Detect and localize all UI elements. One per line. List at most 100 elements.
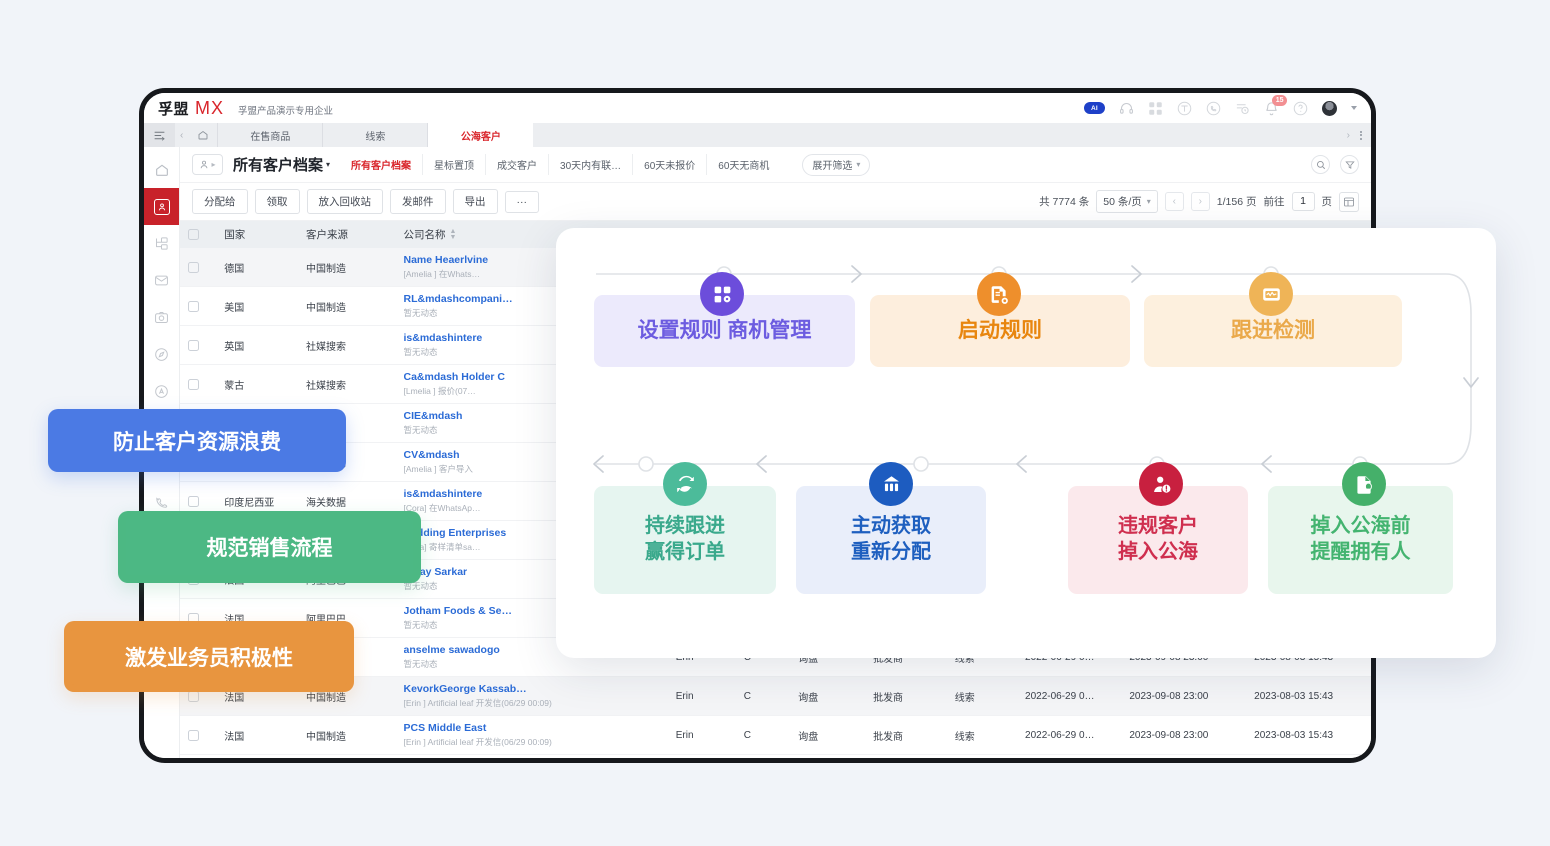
brand-subtitle: 孚盟产品演示专用企业: [238, 105, 334, 117]
rail-item-camera[interactable]: [144, 299, 179, 336]
sort-icon[interactable]: ▲ ▼: [450, 228, 457, 242]
page-title[interactable]: 所有客户档案 ▾: [233, 154, 330, 175]
rail-item-discover[interactable]: [144, 336, 179, 373]
rail-item-home[interactable]: [144, 151, 179, 188]
row-checkbox[interactable]: [188, 495, 199, 507]
cell-customer-type: 批发商: [865, 715, 947, 755]
tab-1[interactable]: 线索: [323, 123, 429, 147]
tab-forward-arrow[interactable]: ›: [1347, 130, 1350, 141]
row-checkbox[interactable]: [188, 261, 199, 273]
claim-button[interactable]: 领取: [254, 189, 300, 214]
filter-chip-5[interactable]: 60天无商机: [707, 154, 780, 175]
row-select-cell[interactable]: [180, 286, 217, 326]
cell-last-follow: 2023-08-03 15:43: [1246, 715, 1371, 755]
tab-home-icon[interactable]: [188, 123, 219, 147]
flow-card-label: 跟进检测: [1231, 318, 1315, 342]
tab-back-arrow[interactable]: ‹: [175, 123, 188, 147]
table-row[interactable]: 法国阿里巴巴No Company Name_10065283425[Erin ]…: [180, 754, 1371, 758]
brand-name-mx: MX: [195, 97, 225, 118]
apps-grid-icon[interactable]: [1148, 101, 1163, 116]
follow-detect-icon: [1249, 272, 1293, 316]
tab-strip-empty: [533, 123, 1338, 147]
company-activity-note: [Erin ] Artificial leaf 开发信(06/29 00:09): [403, 698, 552, 708]
row-select-cell[interactable]: [180, 248, 217, 287]
cell-source: 社媒搜索: [297, 364, 396, 404]
recycle-bin-button[interactable]: 放入回收站: [306, 189, 383, 214]
row-checkbox[interactable]: [188, 690, 199, 702]
activity-log-icon[interactable]: [1235, 101, 1250, 116]
cell-company[interactable]: No Company Name_10065283425[Erin ] Artif…: [395, 754, 668, 758]
cell-type: 询盘: [790, 676, 866, 716]
notifications-bell-icon[interactable]: 15: [1264, 94, 1287, 116]
tab-2[interactable]: 公海客户: [428, 123, 534, 147]
company-name-link[interactable]: KevorkGeorge Kassab…: [404, 683, 660, 695]
owner-picker-button[interactable]: ▸: [192, 154, 223, 175]
assign-to-button[interactable]: 分配给: [192, 189, 248, 214]
tab-label: 在售商品: [250, 131, 291, 143]
chevron-down-icon: ▾: [326, 160, 331, 169]
expand-filters-button[interactable]: 展开筛选 ▾: [802, 153, 871, 176]
column-settings-icon[interactable]: [1339, 191, 1359, 212]
tab-0[interactable]: 在售商品: [218, 123, 324, 147]
company-activity-note: 暂无动态: [403, 659, 438, 669]
cell-source: 中国制造: [297, 248, 396, 287]
filter-chip-3[interactable]: 30天内有联…: [549, 154, 634, 175]
filter-chip-4[interactable]: 60天未报价: [633, 154, 708, 175]
filter-bar-actions: [1311, 155, 1359, 174]
row-select-cell[interactable]: [180, 715, 217, 755]
table-row[interactable]: 法国 中国制造 PCS Middle East [Erin ] Artificial …: [180, 715, 1371, 755]
headset-icon[interactable]: [1119, 101, 1134, 116]
prev-page-button[interactable]: ‹: [1164, 192, 1184, 211]
filter-chip-0[interactable]: 所有客户档案: [340, 154, 424, 175]
rail-item-customers[interactable]: [144, 188, 179, 225]
whatsapp-icon[interactable]: [1206, 101, 1221, 116]
sidebar-toggle-icon[interactable]: [144, 123, 175, 147]
row-select-cell[interactable]: [180, 325, 217, 365]
th-country[interactable]: 国家: [216, 221, 298, 248]
row-checkbox[interactable]: [188, 729, 199, 741]
row-checkbox[interactable]: [188, 378, 199, 390]
page-size-select[interactable]: 50 条/页 ▾: [1096, 190, 1158, 213]
ai-assistant-icon[interactable]: AI: [1084, 102, 1105, 114]
cell-owner: Erin: [667, 754, 736, 758]
select-all-checkbox[interactable]: [188, 229, 199, 240]
row-select-cell[interactable]: [180, 754, 217, 758]
rail-item-org[interactable]: [144, 225, 179, 262]
grid-rule-icon: [700, 272, 744, 316]
chevron-down-icon: ▾: [1146, 197, 1151, 206]
cell-company[interactable]: PCS Middle East [Erin ] Artificial leaf 开…: [395, 715, 668, 755]
row-select-cell[interactable]: [180, 364, 217, 404]
row-checkbox[interactable]: [188, 339, 199, 351]
help-icon[interactable]: [1293, 101, 1308, 116]
filter-chip-2[interactable]: 成交客户: [486, 154, 550, 175]
more-actions-button[interactable]: ···: [504, 190, 539, 213]
filter-funnel-icon[interactable]: [1340, 155, 1359, 174]
screenshot-root: 孚盟 MX 孚盟产品演示专用企业 AI 15 ‹ 在售商品 线索 公海客户 › …: [0, 0, 1550, 846]
next-page-button[interactable]: ›: [1190, 192, 1210, 211]
company-name-link[interactable]: PCS Middle East: [404, 722, 660, 734]
rail-item-account[interactable]: [144, 373, 179, 410]
cell-company[interactable]: KevorkGeorge Kassab… [Erin ] Artificial l…: [395, 676, 668, 716]
tab-more-icon[interactable]: [1360, 130, 1362, 140]
filter-chip-1[interactable]: 星标置顶: [423, 154, 487, 175]
tab-strip: ‹ 在售商品 线索 公海客户 ›: [144, 123, 1371, 147]
th-source[interactable]: 客户来源: [297, 221, 396, 248]
goto-page-input[interactable]: 1: [1291, 192, 1315, 211]
highlight-pill-prevent-waste: 防止客户资源浪费: [48, 409, 346, 472]
pill-label: 规范销售流程: [206, 537, 333, 560]
select-all-header[interactable]: [180, 221, 217, 248]
export-button[interactable]: 导出: [452, 189, 498, 214]
brand-name-cn: 孚盟: [158, 100, 190, 118]
user-avatar[interactable]: [1322, 100, 1337, 116]
translate-circle-icon[interactable]: [1177, 101, 1192, 116]
tab-label: 线索: [365, 131, 386, 143]
search-icon[interactable]: [1311, 155, 1330, 174]
row-checkbox[interactable]: [188, 300, 199, 312]
tab-strip-controls: ›: [1338, 123, 1371, 147]
table-row[interactable]: 法国 中国制造 KevorkGeorge Kassab… [Erin ] Artifi…: [180, 676, 1371, 716]
chevron-down-icon: ▾: [856, 160, 861, 169]
brand-logo: 孚盟 MX 孚盟产品演示专用企业: [158, 98, 333, 119]
send-email-button[interactable]: 发邮件: [390, 189, 446, 214]
rail-item-mail[interactable]: [144, 262, 179, 299]
chevron-down-icon[interactable]: [1351, 106, 1357, 110]
